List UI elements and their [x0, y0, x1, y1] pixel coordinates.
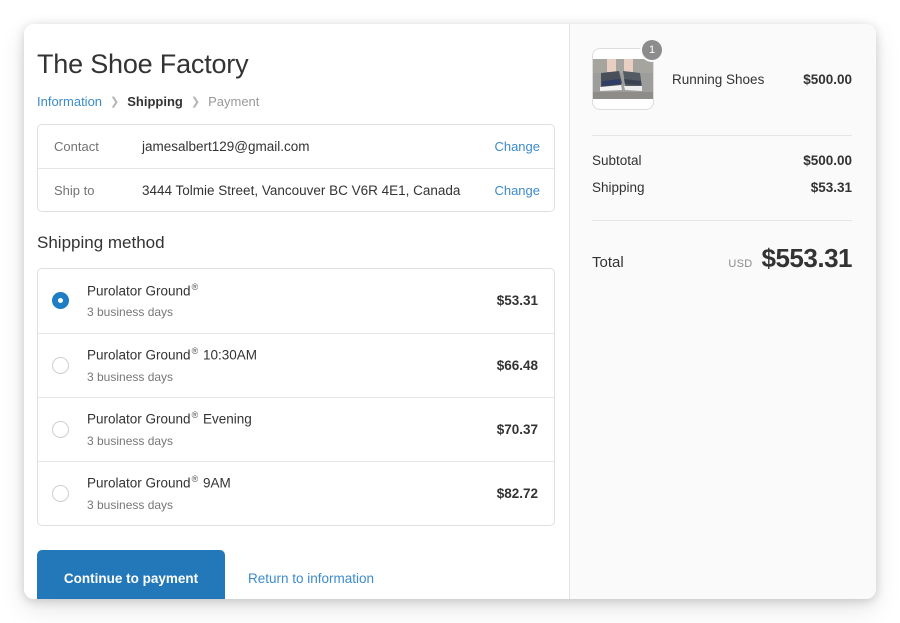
grand-total-label: Total [592, 254, 624, 271]
checkout-card: The Shoe Factory Information ❯ Shipping … [24, 24, 876, 599]
order-summary-pane: 1 Running Shoes $500.00 Subtotal $500.00… [569, 24, 876, 599]
radio-button-icon[interactable] [52, 484, 69, 502]
shipping-option-row[interactable]: Purolator Ground® 9AM 3 business days $8… [38, 460, 554, 525]
subtotal-value: $500.00 [803, 153, 852, 168]
product-thumbnail-wrap: 1 [592, 40, 662, 110]
shipping-option-text: Purolator Ground® 10:30AM 3 business day… [87, 346, 497, 383]
registered-trademark-icon: ® [191, 346, 199, 357]
shipping-method-heading: Shipping method [37, 233, 165, 253]
checkout-main-pane: The Shoe Factory Information ❯ Shipping … [24, 24, 569, 599]
ship-to-row: Ship to 3444 Tolmie Street, Vancouver BC… [38, 168, 554, 211]
shipping-total-row: Shipping $53.31 [592, 180, 852, 195]
shipping-option-suffix: Evening [202, 411, 252, 427]
product-price: $500.00 [803, 71, 852, 87]
breadcrumb: Information ❯ Shipping ❯ Payment [37, 94, 569, 109]
quantity-badge: 1 [642, 40, 662, 60]
contact-value: jamesalbert129@gmail.com [142, 139, 310, 155]
shipping-option-days: 3 business days [87, 433, 174, 448]
summary-totals: Subtotal $500.00 Shipping $53.31 [592, 153, 852, 195]
shipping-option-days: 3 business days [87, 305, 174, 320]
shipping-option-price: $66.48 [496, 357, 538, 373]
customer-info-box: Contact jamesalbert129@gmail.com Change … [37, 124, 555, 213]
shipping-carrier-label: Purolator Ground [87, 347, 191, 363]
registered-trademark-icon: ® [191, 281, 199, 292]
chevron-right-icon: ❯ [110, 96, 120, 109]
shop-title: The Shoe Factory [37, 49, 249, 79]
breadcrumb-item-information[interactable]: Information [37, 94, 102, 109]
registered-trademark-icon: ® [191, 474, 199, 485]
radio-button-icon[interactable] [52, 292, 69, 309]
order-line-item: 1 Running Shoes $500.00 [592, 40, 852, 110]
chevron-right-icon: ❯ [190, 96, 201, 109]
contact-label: Contact [54, 139, 99, 155]
shipping-option-row[interactable]: Purolator Ground® 10:30AM 3 business day… [38, 332, 554, 397]
registered-trademark-icon: ® [191, 410, 199, 421]
grand-total-value: $553.31 [761, 243, 853, 273]
running-shoes-photo-icon [593, 59, 653, 99]
radio-button-icon[interactable] [52, 356, 69, 374]
shipping-option-name: Purolator Ground® [87, 282, 497, 300]
shipping-carrier-label: Purolator Ground [87, 475, 191, 491]
shipping-option-name: Purolator Ground® Evening [87, 410, 497, 428]
shipping-option-name: Purolator Ground® 9AM [87, 474, 497, 492]
shipping-option-price: $70.37 [496, 421, 538, 437]
continue-to-payment-button[interactable]: Continue to payment [37, 549, 225, 599]
ship-to-label: Ship to [54, 182, 95, 198]
shipping-options-list: Purolator Ground® 3 business days $53.31… [37, 267, 555, 526]
shipping-option-days: 3 business days [87, 497, 174, 512]
shipping-carrier-label: Purolator Ground [87, 283, 191, 299]
shipping-option-text: Purolator Ground® 3 business days [87, 282, 497, 319]
shipping-option-price: $53.31 [496, 293, 538, 308]
breadcrumb-item-payment: Payment [208, 94, 260, 110]
change-contact-link[interactable]: Change [494, 139, 540, 154]
shipping-option-row[interactable]: Purolator Ground® Evening 3 business day… [38, 396, 554, 461]
checkout-actions: Continue to payment Return to informatio… [37, 549, 569, 599]
shipping-option-text: Purolator Ground® 9AM 3 business days [87, 474, 497, 511]
shipping-option-days: 3 business days [87, 369, 174, 384]
checkout-page: The Shoe Factory Information ❯ Shipping … [0, 0, 900, 623]
contact-row: Contact jamesalbert129@gmail.com Change [38, 125, 554, 168]
shipping-option-row[interactable]: Purolator Ground® 3 business days $53.31 [38, 269, 554, 333]
radio-button-icon[interactable] [52, 420, 69, 438]
shipping-option-suffix: 10:30AM [202, 347, 258, 363]
shipping-option-name: Purolator Ground® 10:30AM [87, 346, 497, 364]
ship-to-value: 3444 Tolmie Street, Vancouver BC V6R 4E1… [142, 182, 461, 198]
grand-total-row: Total USD $553.31 [592, 243, 853, 274]
shipping-total-label: Shipping [592, 180, 645, 195]
subtotal-row: Subtotal $500.00 [592, 153, 852, 168]
product-name: Running Shoes [672, 71, 765, 87]
shipping-total-value: $53.31 [810, 180, 852, 195]
currency-code: USD [728, 258, 753, 270]
change-address-link[interactable]: Change [494, 183, 540, 198]
summary-divider-bottom [592, 220, 852, 221]
shipping-option-price: $82.72 [496, 485, 538, 501]
shipping-option-suffix: 9AM [202, 475, 231, 491]
summary-divider-top [592, 135, 852, 136]
grand-total-amount: USD $553.31 [728, 243, 852, 274]
shipping-option-text: Purolator Ground® Evening 3 business day… [87, 410, 497, 447]
return-to-information-link[interactable]: Return to information [248, 571, 374, 586]
breadcrumb-item-shipping[interactable]: Shipping [127, 94, 183, 109]
shipping-carrier-label: Purolator Ground [87, 411, 191, 427]
subtotal-label: Subtotal [592, 153, 642, 168]
